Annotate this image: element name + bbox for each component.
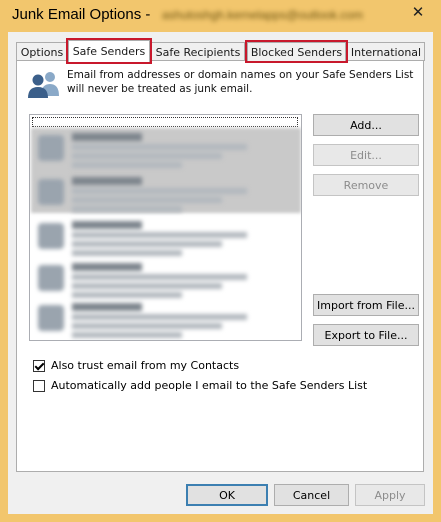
safe-senders-list[interactable] <box>29 114 302 341</box>
window-title: Junk Email Options - <box>12 6 151 23</box>
list-focus-row[interactable] <box>32 117 298 127</box>
window-title-account: ashutoshgh.kernelapps@outlook.com <box>162 8 363 22</box>
trust-contacts-label: Also trust email from my Contacts <box>51 359 240 372</box>
blurred-item-icon <box>38 223 64 249</box>
safe-senders-description: Email from addresses or domain names on … <box>67 69 414 95</box>
trust-contacts-option[interactable]: Also trust email from my Contacts <box>33 358 239 373</box>
tab-label: Options <box>20 45 64 59</box>
close-icon: ✕ <box>411 3 425 21</box>
tab-strip: Options Safe Senders Safe Recipients Blo… <box>16 40 425 62</box>
auto-add-label: Automatically add people I email to the … <box>51 379 368 392</box>
tab-safe-senders[interactable]: Safe Senders <box>68 40 150 62</box>
edit-button[interactable]: Edit... <box>313 144 419 166</box>
title-bar: Junk Email Options - ashutoshgh.kernelap… <box>0 0 441 32</box>
close-button[interactable]: ✕ <box>398 0 438 24</box>
auto-add-option[interactable]: Automatically add people I email to the … <box>33 378 367 393</box>
blurred-item-icon <box>38 265 64 291</box>
junk-email-options-window: Junk Email Options - ashutoshgh.kernelap… <box>0 0 441 522</box>
tab-label: Blocked Senders <box>250 45 343 59</box>
tab-label: Safe Recipients <box>155 45 241 59</box>
safe-senders-panel: Email from addresses or domain names on … <box>16 60 424 472</box>
list-item[interactable] <box>38 131 298 171</box>
import-from-file-button[interactable]: Import from File... <box>313 294 419 316</box>
list-item[interactable] <box>38 301 298 340</box>
tab-blocked-senders[interactable]: Blocked Senders <box>247 42 346 61</box>
tab-label: Safe Senders <box>72 45 146 58</box>
blurred-item-icon <box>38 135 64 161</box>
tab-safe-recipients[interactable]: Safe Recipients <box>151 42 245 61</box>
tab-international[interactable]: International <box>347 42 425 61</box>
cancel-button[interactable]: Cancel <box>274 484 349 506</box>
list-item[interactable] <box>38 175 298 215</box>
ok-button[interactable]: OK <box>186 484 268 506</box>
add-button[interactable]: Add... <box>313 114 419 136</box>
tab-label: International <box>350 45 422 59</box>
list-item[interactable] <box>38 261 298 301</box>
tab-options[interactable]: Options <box>16 42 68 61</box>
trust-contacts-checkbox[interactable] <box>33 359 45 372</box>
dialog-body: Options Safe Senders Safe Recipients Blo… <box>8 32 433 514</box>
blurred-item-icon <box>38 179 64 205</box>
list-item[interactable] <box>38 219 298 259</box>
export-to-file-button[interactable]: Export to File... <box>313 324 419 346</box>
remove-button[interactable]: Remove <box>313 174 419 196</box>
blurred-item-icon <box>38 305 64 331</box>
apply-button[interactable]: Apply <box>355 484 425 506</box>
auto-add-checkbox[interactable] <box>33 379 45 392</box>
people-icon <box>28 72 59 98</box>
